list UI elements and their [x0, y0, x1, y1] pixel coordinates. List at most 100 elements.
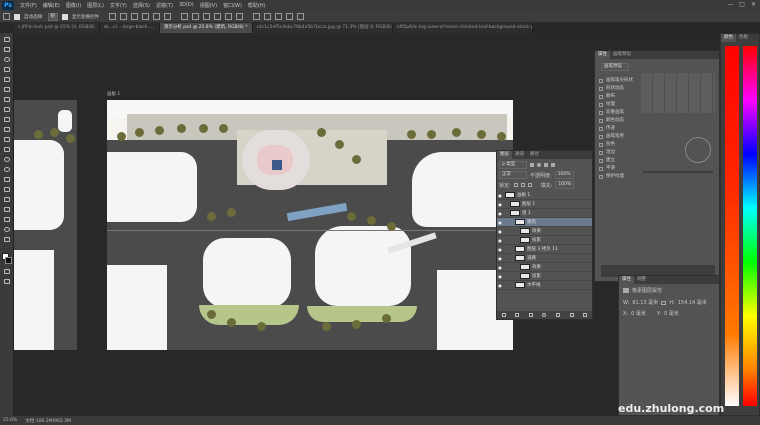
3d-drag-icon[interactable]	[275, 13, 283, 20]
menu-item[interactable]: 选择(S)	[130, 2, 153, 9]
brush-option-checkbox[interactable]	[599, 135, 603, 139]
brush-option-checkbox[interactable]	[599, 159, 603, 163]
eraser-tool-icon[interactable]	[3, 137, 11, 143]
distribute-left-icon[interactable]	[214, 13, 222, 20]
spacing-slider[interactable]	[643, 171, 713, 173]
visibility-eye-icon[interactable]: ●	[497, 238, 503, 243]
maximize-icon[interactable]: □	[739, 1, 745, 8]
menu-item[interactable]: 帮助(H)	[245, 2, 269, 9]
align-right-icon[interactable]	[164, 13, 172, 20]
distribute-hcenter-icon[interactable]	[225, 13, 233, 20]
auto-select-dropdown[interactable]: 组	[47, 12, 59, 21]
layer-row[interactable]: ● 组 1	[497, 209, 592, 218]
move-tool-icon[interactable]	[3, 37, 11, 43]
layer-filter-dropdown[interactable]: ρ 类型	[499, 161, 527, 169]
3d-scale-icon[interactable]	[297, 13, 305, 20]
menu-item[interactable]: 窗口(W)	[220, 2, 245, 9]
menu-item[interactable]: 图层(L)	[84, 2, 107, 9]
close-icon[interactable]: ✕	[751, 1, 756, 8]
visibility-eye-icon[interactable]: ●	[497, 256, 503, 261]
distribute-top-icon[interactable]	[181, 13, 189, 20]
tab-layers[interactable]: 图层	[497, 151, 512, 159]
hue-slider[interactable]	[743, 46, 757, 406]
zoom-tool-icon[interactable]	[3, 227, 11, 233]
filter-shape-icon[interactable]	[551, 163, 555, 167]
brush-option-row[interactable]: 保护纹理	[599, 173, 715, 181]
visibility-eye-icon[interactable]: ●	[497, 220, 503, 225]
blend-mode-dropdown[interactable]: 正常	[499, 171, 527, 179]
brush-option-checkbox[interactable]	[599, 127, 603, 131]
visibility-eye-icon[interactable]: ●	[497, 274, 503, 279]
3d-slide-icon[interactable]	[286, 13, 294, 20]
visibility-eye-icon[interactable]: ●	[497, 283, 503, 288]
tab-channels[interactable]: 通道	[512, 151, 527, 159]
brush-tool-icon[interactable]	[3, 107, 11, 113]
brush-presets-button[interactable]: 画笔预设	[601, 63, 629, 71]
layer-row[interactable]: ● 效果	[497, 263, 592, 272]
delete-layer-icon[interactable]	[583, 313, 588, 317]
minimize-icon[interactable]: —	[727, 1, 733, 8]
menu-item[interactable]: 3D(D)	[176, 2, 197, 9]
visibility-eye-icon[interactable]: ●	[497, 229, 503, 234]
layer-row[interactable]: ● 图层 1	[497, 200, 592, 209]
lasso-tool-icon[interactable]	[3, 57, 11, 63]
layer-row[interactable]: ● 图层 3 拷贝 11	[497, 245, 592, 254]
layer-row[interactable]: ● 投影	[497, 236, 592, 245]
tab-swatches[interactable]: 色板	[736, 34, 751, 42]
visibility-eye-icon[interactable]: ●	[497, 247, 503, 252]
marquee-tool-icon[interactable]	[3, 47, 11, 53]
brush-option-checkbox[interactable]	[599, 95, 603, 99]
quick-select-tool-icon[interactable]	[3, 67, 11, 73]
align-left-icon[interactable]	[142, 13, 150, 20]
document-tab[interactable]: c4c1c5ef5c4ebc76b4e5b7bcca.jpg @ 71.3% (…	[252, 23, 393, 33]
3d-rotate-icon[interactable]	[253, 13, 261, 20]
layer-row[interactable]: ● 效果	[497, 227, 592, 236]
brush-tip-grid[interactable]	[641, 73, 715, 113]
layer-row[interactable]: ● 投影	[497, 272, 592, 281]
layer-row[interactable]: ● 道路	[497, 254, 592, 263]
layer-row[interactable]: ● 建筑	[497, 218, 592, 227]
screen-mode-icon[interactable]	[3, 279, 11, 285]
lock-pixels-icon[interactable]	[513, 183, 518, 187]
x-value[interactable]: 0 毫米	[631, 310, 646, 317]
new-layer-icon[interactable]	[569, 313, 574, 317]
menu-item[interactable]: 滤镜(T)	[153, 2, 176, 9]
brush-option-checkbox[interactable]	[599, 87, 603, 91]
brush-option-checkbox[interactable]	[599, 151, 603, 155]
canvas-area[interactable]: 画板 1 图层 通道 路径 ρ 类型 正常 不透明度: 100% 锁定: 填充:…	[14, 33, 720, 416]
opacity-input[interactable]: 100%	[554, 171, 574, 179]
crop-tool-icon[interactable]	[3, 77, 11, 83]
filter-adjust-icon[interactable]	[537, 163, 541, 167]
history-brush-tool-icon[interactable]	[3, 127, 11, 133]
distribute-vcenter-icon[interactable]	[192, 13, 200, 20]
zoom-level[interactable]: 25.6%	[3, 418, 17, 423]
layer-row[interactable]: ● 画板 1	[497, 191, 592, 200]
align-hcenter-icon[interactable]	[153, 13, 161, 20]
brush-option-row[interactable]: 传递	[599, 125, 715, 133]
healing-brush-tool-icon[interactable]	[3, 97, 11, 103]
lock-all-icon[interactable]	[527, 183, 532, 187]
type-tool-icon[interactable]	[3, 187, 11, 193]
brush-option-checkbox[interactable]	[599, 175, 603, 179]
document-info[interactable]: 文档:106.2M/962.3M	[25, 418, 71, 424]
filter-pixel-icon[interactable]	[530, 163, 534, 167]
brush-option-checkbox[interactable]	[599, 79, 603, 83]
align-bottom-icon[interactable]	[131, 13, 139, 20]
brush-option-row[interactable]: 颜色动态	[599, 117, 715, 125]
tab-color[interactable]: 颜色	[721, 34, 736, 42]
brush-angle-widget[interactable]	[685, 137, 711, 163]
lock-position-icon[interactable]	[520, 183, 525, 187]
blur-tool-icon[interactable]	[3, 157, 11, 163]
add-mask-icon[interactable]	[528, 313, 533, 317]
link-dimensions-icon[interactable]	[661, 300, 667, 305]
filter-type-icon[interactable]	[544, 163, 548, 167]
link-layers-icon[interactable]	[501, 313, 506, 317]
move-tool-icon[interactable]	[3, 13, 10, 20]
document-tab[interactable]: 演示分析.psd @ 25.8% (建筑, RGB/8) *	[159, 23, 253, 33]
brush-option-checkbox[interactable]	[599, 103, 603, 107]
clone-stamp-tool-icon[interactable]	[3, 117, 11, 123]
tab-adjustments[interactable]: 调整	[634, 276, 649, 284]
menu-item[interactable]: 图像(I)	[63, 2, 84, 9]
tab-properties[interactable]: 属性	[619, 276, 634, 284]
height-value[interactable]: 154.14 毫米	[678, 299, 707, 306]
